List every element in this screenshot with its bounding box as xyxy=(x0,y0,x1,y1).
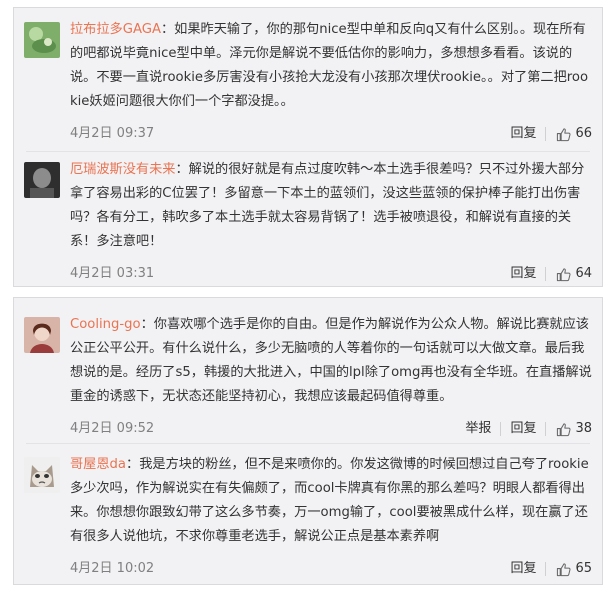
like-count: 66 xyxy=(575,126,592,141)
like-button[interactable]: 66 xyxy=(546,122,592,146)
comment-panel-top: 拉布拉多GAGA：如果昨天输了，你的那句nice型中单和反向q又有什么区别。。现… xyxy=(13,7,603,287)
comment-date: 4月2日 03:31 xyxy=(70,266,155,281)
report-button[interactable]: 举报 xyxy=(456,417,500,441)
comment-actions: 回复 64 xyxy=(501,262,592,286)
comment-username[interactable]: 哥屋恩da xyxy=(70,457,126,472)
comment-date: 4月2日 10:02 xyxy=(70,561,155,576)
thumbs-up-icon xyxy=(557,127,571,141)
like-button[interactable]: 64 xyxy=(546,262,592,286)
comment-panel-bottom: Cooling-go：你喜欢哪个选手是你的自由。但是作为解说作为公众人物。解说比… xyxy=(13,297,603,585)
avatar[interactable] xyxy=(24,457,60,493)
comment-divider xyxy=(26,151,590,152)
comment-username[interactable]: Cooling-go xyxy=(70,317,141,332)
comment-body: ：我是方块的粉丝，但不是来喷你的。你发这微博的时候回想过自己夸了rookie多少… xyxy=(70,457,589,544)
comment-meta: 4月2日 10:02 回复 65 xyxy=(70,557,592,581)
reply-button[interactable]: 回复 xyxy=(501,417,545,441)
comment-username[interactable]: 拉布拉多GAGA xyxy=(70,22,161,37)
comment-text-block: 拉布拉多GAGA：如果昨天输了，你的那句nice型中单和反向q又有什么区别。。现… xyxy=(70,18,592,114)
comment-date: 4月2日 09:37 xyxy=(70,126,155,141)
comment-meta: 4月2日 09:52 举报 回复 38 xyxy=(70,417,592,441)
comment-username[interactable]: 厄瑞波斯没有未来 xyxy=(70,162,176,177)
like-count: 38 xyxy=(575,421,592,436)
comment-date: 4月2日 09:52 xyxy=(70,421,155,436)
reply-button[interactable]: 回复 xyxy=(501,122,545,146)
reply-button[interactable]: 回复 xyxy=(501,262,545,286)
comment-divider xyxy=(26,443,590,444)
like-count: 64 xyxy=(575,266,592,281)
comment-actions: 回复 65 xyxy=(501,557,592,581)
thumbs-up-icon xyxy=(557,562,571,576)
comment-text-block: 哥屋恩da：我是方块的粉丝，但不是来喷你的。你发这微博的时候回想过自己夸了roo… xyxy=(70,453,592,549)
comment-actions: 举报 回复 38 xyxy=(456,417,592,441)
comment-meta: 4月2日 03:31 回复 64 xyxy=(70,262,592,286)
avatar[interactable] xyxy=(24,22,60,58)
comment-body: ：你喜欢哪个选手是你的自由。但是作为解说作为公众人物。解说比赛就应该公正公平公开… xyxy=(70,317,592,404)
reply-button[interactable]: 回复 xyxy=(501,557,545,581)
like-button[interactable]: 38 xyxy=(546,417,592,441)
avatar[interactable] xyxy=(24,317,60,353)
comment-text-block: Cooling-go：你喜欢哪个选手是你的自由。但是作为解说作为公众人物。解说比… xyxy=(70,313,592,409)
comment-text-block: 厄瑞波斯没有未来：解说的很好就是有点过度吹韩～本土选手很差吗？只不过外援大部分拿… xyxy=(70,158,592,254)
avatar[interactable] xyxy=(24,162,60,198)
comment-actions: 回复 66 xyxy=(501,122,592,146)
like-count: 65 xyxy=(575,561,592,576)
like-button[interactable]: 65 xyxy=(546,557,592,581)
comment-meta: 4月2日 09:37 回复 66 xyxy=(70,122,592,146)
thumbs-up-icon xyxy=(557,422,571,436)
thumbs-up-icon xyxy=(557,267,571,281)
